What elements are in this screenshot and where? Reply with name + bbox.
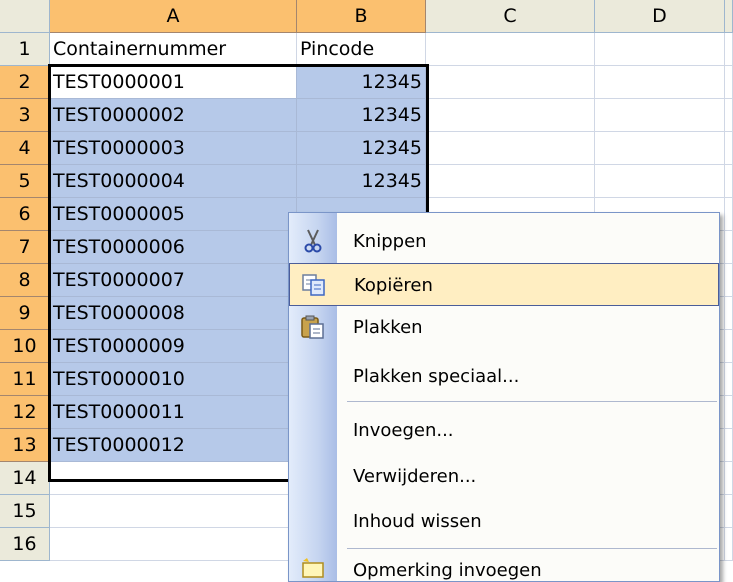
menu-item-plakken-speciaal[interactable]: Plakken speciaal... [289,355,719,398]
menu-item-label: Opmerking invoegen [353,560,542,581]
cell-e-7[interactable] [725,231,733,264]
cell-a-10[interactable]: TEST0000009 [50,330,297,363]
cell-c-2[interactable] [426,66,595,99]
scissors-icon [299,228,327,254]
cell-e-16[interactable] [725,528,733,561]
cell-a-3[interactable]: TEST0000002 [50,99,297,132]
menu-item-knippen[interactable]: Knippen [289,220,719,263]
cell-b-1[interactable]: Pincode [297,33,426,66]
cell-e-2[interactable] [725,66,733,99]
cell-a-13[interactable]: TEST0000012 [50,429,297,462]
cell-a-2[interactable]: TEST0000001 [50,66,297,99]
cell-c-4[interactable] [426,132,595,165]
copy-icon [300,272,328,298]
cell-d-3[interactable] [595,99,725,132]
menu-item-label: Plakken speciaal... [353,366,520,387]
comment-icon [299,557,327,581]
cell-e-4[interactable] [725,132,733,165]
cell-d-2[interactable] [595,66,725,99]
cell-e-13[interactable] [725,429,733,462]
menu-item-label: Kopiëren [354,275,433,296]
row-header[interactable]: 5 [0,165,50,198]
row-header[interactable]: 9 [0,297,50,330]
cell-e-8[interactable] [725,264,733,297]
cell-b-4[interactable]: 12345 [297,132,426,165]
row-header[interactable]: 14 [0,462,50,495]
cell-b-3[interactable]: 12345 [297,99,426,132]
cell-d-1[interactable] [595,33,725,66]
menu-item-inhoud-wissen[interactable]: Inhoud wissen [289,500,719,543]
cell-c-5[interactable] [426,165,595,198]
cell-b-2[interactable]: 12345 [297,66,426,99]
menu-item-label: Verwijderen... [353,466,477,487]
menu-item-label: Invoegen... [353,420,454,441]
cell-a-6[interactable]: TEST0000005 [50,198,297,231]
menu-item-plakken[interactable]: Plakken [289,306,719,349]
menu-separator [347,401,717,402]
cell-a-16[interactable] [50,528,297,561]
cell-e-1[interactable] [725,33,733,66]
row-header[interactable]: 4 [0,132,50,165]
menu-item-label: Knippen [353,231,427,252]
column-header-e[interactable] [725,0,733,33]
cell-b-5[interactable]: 12345 [297,165,426,198]
menu-item-verwijderen[interactable]: Verwijderen... [289,455,719,498]
cell-a-11[interactable]: TEST0000010 [50,363,297,396]
menu-item-label: Inhoud wissen [353,511,482,532]
cell-a-5[interactable]: TEST0000004 [50,165,297,198]
cell-a-15[interactable] [50,495,297,528]
cell-a-14[interactable] [50,462,297,495]
menu-item-invoegen[interactable]: Invoegen... [289,409,719,452]
column-header-c[interactable]: C [426,0,595,33]
column-header-a[interactable]: A [50,0,297,33]
cell-a-12[interactable]: TEST0000011 [50,396,297,429]
cell-c-1[interactable] [426,33,595,66]
row-header[interactable]: 2 [0,66,50,99]
cell-a-8[interactable]: TEST0000007 [50,264,297,297]
menu-item-kopieren[interactable]: Kopiëren [289,263,719,306]
cell-c-3[interactable] [426,99,595,132]
cell-e-15[interactable] [725,495,733,528]
select-all-corner[interactable] [0,0,50,33]
row-header[interactable]: 7 [0,231,50,264]
row-header[interactable]: 16 [0,528,50,561]
row-header[interactable]: 10 [0,330,50,363]
column-header-d[interactable]: D [595,0,725,33]
cell-d-5[interactable] [595,165,725,198]
row-header[interactable]: 1 [0,33,50,66]
cell-d-4[interactable] [595,132,725,165]
row-header[interactable]: 12 [0,396,50,429]
row-header[interactable]: 11 [0,363,50,396]
cell-a-9[interactable]: TEST0000008 [50,297,297,330]
paste-icon [299,314,327,340]
row-header[interactable]: 15 [0,495,50,528]
cell-e-12[interactable] [725,396,733,429]
menu-item-opmerking-invoegen[interactable]: Opmerking invoegen [289,549,719,581]
cell-e-3[interactable] [725,99,733,132]
column-header-b[interactable]: B [297,0,426,33]
row-header[interactable]: 13 [0,429,50,462]
menu-item-label: Plakken [353,317,423,338]
cell-e-11[interactable] [725,363,733,396]
row-header[interactable]: 3 [0,99,50,132]
row-header[interactable]: 6 [0,198,50,231]
cell-e-5[interactable] [725,165,733,198]
cell-a-4[interactable]: TEST0000003 [50,132,297,165]
cell-e-10[interactable] [725,330,733,363]
cell-e-9[interactable] [725,297,733,330]
cell-e-14[interactable] [725,462,733,495]
context-menu: Knippen Kopiëren Plakken Plakken speciaa… [288,212,720,582]
cell-a-7[interactable]: TEST0000006 [50,231,297,264]
cell-a-1[interactable]: Containernummer [50,33,297,66]
row-header[interactable]: 8 [0,264,50,297]
cell-e-6[interactable] [725,198,733,231]
